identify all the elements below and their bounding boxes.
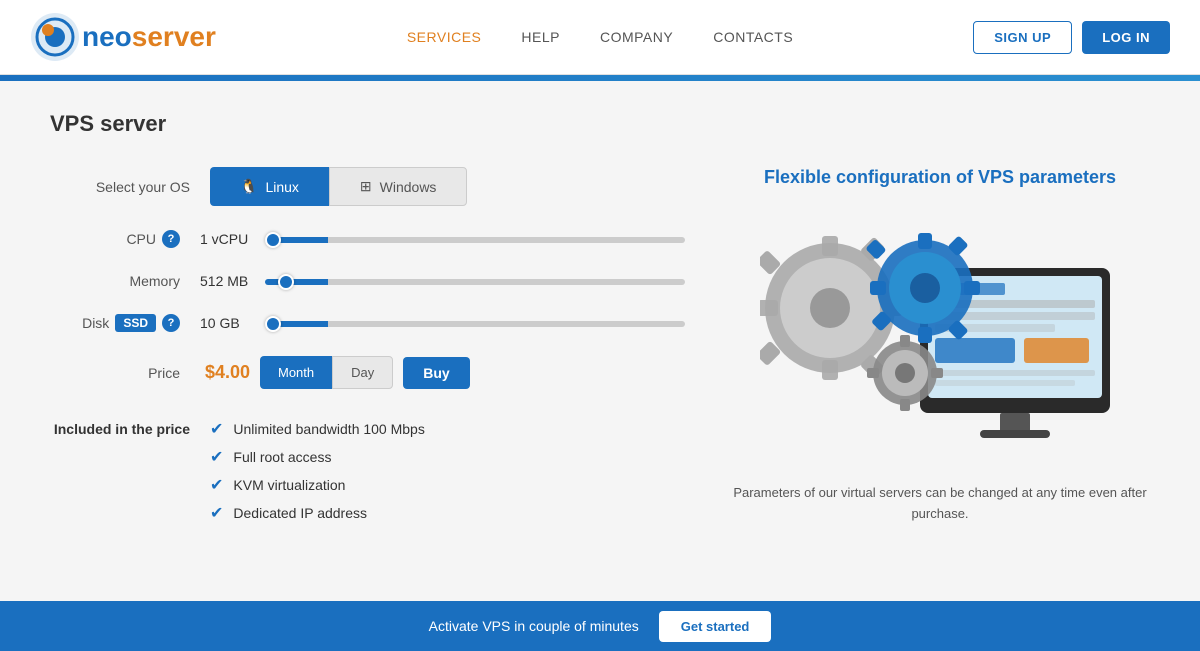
footer-bar: Activate VPS in couple of minutes Get st…	[0, 601, 1200, 651]
price-label: Price	[50, 365, 190, 381]
logo-text: neoserver	[82, 21, 216, 53]
price-period-buttons: Month Day	[260, 356, 393, 389]
flex-description: Parameters of our virtual servers can be…	[730, 483, 1150, 525]
get-started-button[interactable]: Get started	[659, 611, 772, 642]
price-row: Price $4.00 Month Day Buy	[50, 356, 690, 389]
buy-button[interactable]: Buy	[403, 357, 469, 389]
nav-help[interactable]: HELP	[521, 29, 560, 45]
cpu-value: 1 vCPU	[190, 231, 260, 247]
memory-row: Memory 512 MB	[50, 272, 690, 290]
memory-slider[interactable]	[265, 279, 685, 285]
memory-slider-container	[260, 272, 690, 290]
check-icon-4: ✔	[210, 503, 223, 523]
check-icon-3: ✔	[210, 475, 223, 495]
memory-label-area: Memory	[50, 273, 190, 289]
cpu-row: CPU ? 1 vCPU	[50, 230, 690, 248]
included-item-2: Full root access	[233, 449, 331, 465]
memory-label: Memory	[129, 273, 180, 289]
disk-help-icon[interactable]: ?	[162, 314, 180, 332]
disk-label-group: Disk SSD ?	[82, 314, 180, 332]
cpu-help-icon[interactable]: ?	[162, 230, 180, 248]
logo-icon	[30, 12, 80, 62]
disk-value: 10 GB	[190, 315, 260, 331]
cpu-label-area: CPU ?	[50, 230, 190, 248]
windows-button[interactable]: ⊞ Windows	[329, 167, 468, 206]
login-button[interactable]: LOG IN	[1082, 21, 1170, 54]
included-list: ✔ Unlimited bandwidth 100 Mbps ✔ Full ro…	[210, 419, 425, 523]
main-content: VPS server Select your OS 🐧 Linux ⊞ Wind…	[0, 81, 1200, 601]
cpu-label: CPU	[126, 231, 156, 247]
included-item-1: Unlimited bandwidth 100 Mbps	[233, 421, 424, 437]
linux-icon: 🐧	[240, 178, 257, 195]
check-icon-2: ✔	[210, 447, 223, 467]
cpu-slider[interactable]	[265, 237, 685, 243]
nav-contacts[interactable]: CONTACTS	[713, 29, 793, 45]
included-item-3: KVM virtualization	[233, 477, 345, 493]
os-row: Select your OS 🐧 Linux ⊞ Windows	[50, 167, 690, 206]
main-nav: SERVICES HELP COMPANY CONTACTS	[407, 29, 793, 45]
windows-icon: ⊞	[360, 178, 372, 195]
ssd-badge: SSD	[115, 314, 156, 332]
os-label: Select your OS	[50, 179, 210, 195]
disk-slider-container	[260, 314, 690, 332]
list-item: ✔ Full root access	[210, 447, 425, 467]
linux-button[interactable]: 🐧 Linux	[210, 167, 329, 206]
config-left: Select your OS 🐧 Linux ⊞ Windows CPU ?	[50, 167, 690, 525]
page-title: VPS server	[50, 111, 1150, 137]
included-label: Included in the price	[50, 419, 210, 437]
check-icon-1: ✔	[210, 419, 223, 439]
disk-slider[interactable]	[265, 321, 685, 327]
day-button[interactable]: Day	[332, 356, 393, 389]
list-item: ✔ KVM virtualization	[210, 475, 425, 495]
flex-title: Flexible configuration of VPS parameters	[730, 167, 1150, 188]
list-item: ✔ Unlimited bandwidth 100 Mbps	[210, 419, 425, 439]
illustration	[730, 208, 1150, 468]
list-item: ✔ Dedicated IP address	[210, 503, 425, 523]
price-value: $4.00	[190, 362, 260, 383]
footer-text: Activate VPS in couple of minutes	[429, 618, 639, 634]
nav-services[interactable]: SERVICES	[407, 29, 482, 45]
included-item-4: Dedicated IP address	[233, 505, 367, 521]
header: neoserver SERVICES HELP COMPANY CONTACTS…	[0, 0, 1200, 75]
signup-button[interactable]: SIGN UP	[973, 21, 1072, 54]
vps-illustration	[760, 208, 1120, 468]
disk-label-area: Disk SSD ?	[50, 314, 190, 332]
os-buttons: 🐧 Linux ⊞ Windows	[210, 167, 467, 206]
disk-label: Disk	[82, 315, 109, 331]
cpu-slider-container	[260, 230, 690, 248]
memory-value: 512 MB	[190, 273, 260, 289]
header-buttons: SIGN UP LOG IN	[973, 21, 1170, 54]
included-row: Included in the price ✔ Unlimited bandwi…	[50, 419, 690, 523]
config-right: Flexible configuration of VPS parameters	[730, 167, 1150, 525]
month-button[interactable]: Month	[260, 356, 332, 389]
disk-row: Disk SSD ? 10 GB	[50, 314, 690, 332]
config-area: Select your OS 🐧 Linux ⊞ Windows CPU ?	[50, 167, 1150, 525]
nav-company[interactable]: COMPANY	[600, 29, 673, 45]
logo: neoserver	[30, 12, 216, 62]
